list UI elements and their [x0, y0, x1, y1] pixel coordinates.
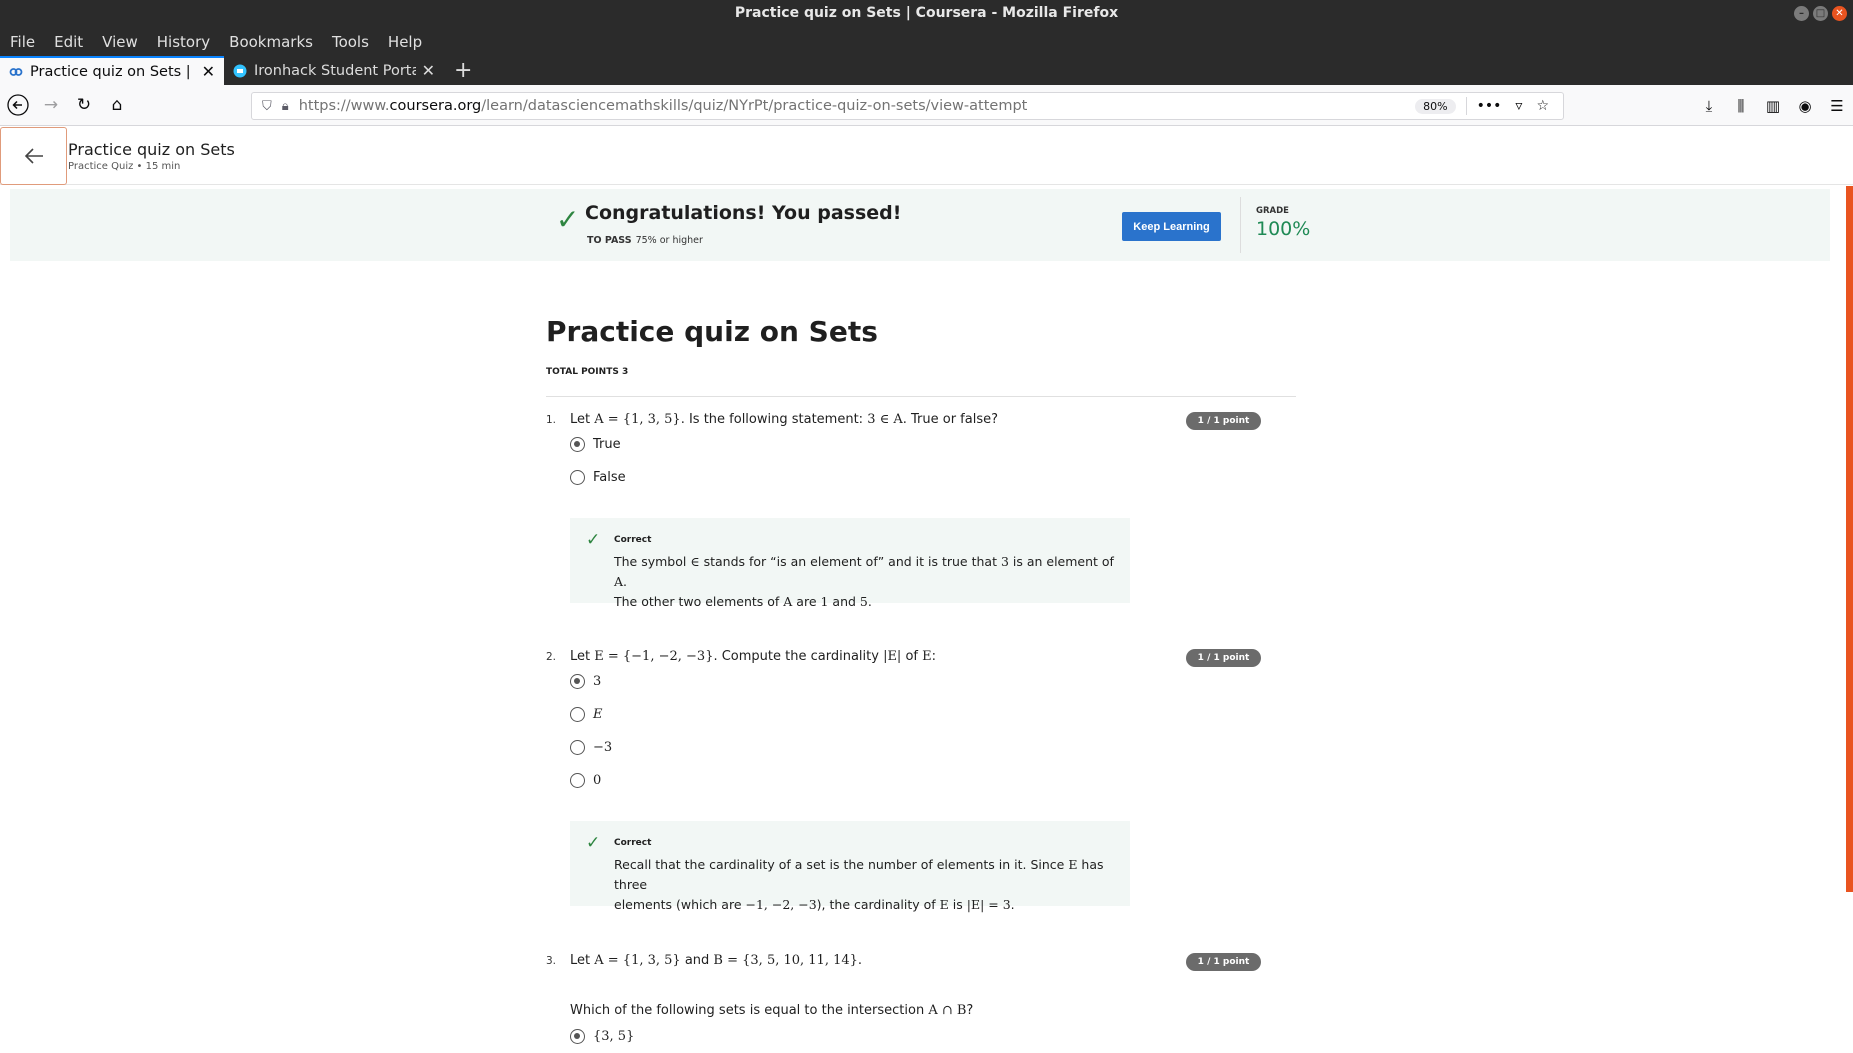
- pocket-icon[interactable]: ▿: [1515, 98, 1522, 114]
- radio-unselected[interactable]: [570, 740, 585, 755]
- pass-threshold: TO PASS 75% or higher: [587, 235, 703, 246]
- pass-message: Congratulations! You passed!: [585, 202, 902, 224]
- feedback-label: Correct: [614, 838, 652, 848]
- quiz-title: Practice quiz on Sets: [546, 315, 878, 348]
- menu-view[interactable]: View: [102, 33, 138, 51]
- tab-title: Practice quiz on Sets | Coursera: [30, 63, 196, 80]
- menu-bar: File Edit View History Bookmarks Tools H…: [0, 27, 1853, 56]
- tab-coursera[interactable]: Practice quiz on Sets | Coursera ✕: [0, 56, 224, 85]
- result-banner: ✓ Congratulations! You passed! TO PASS 75…: [10, 189, 1830, 261]
- address-bar[interactable]: ⛉ 🔒︎ https://www.coursera.org/learn/data…: [251, 92, 1564, 120]
- coursera-favicon-icon: [9, 67, 23, 76]
- option-false[interactable]: False: [570, 470, 626, 485]
- feedback-box: ✓ Correct The symbol ∈ stands for “is an…: [570, 518, 1130, 609]
- option-minus-3[interactable]: −3: [570, 740, 612, 755]
- question-number: 1.: [546, 414, 557, 426]
- points-badge: 1 / 1 point: [1186, 649, 1261, 667]
- points-badge: 1 / 1 point: [1186, 412, 1261, 430]
- question-prompt: Let E = {−1, −2, −3}. Compute the cardin…: [570, 649, 936, 664]
- item-title: Practice quiz on Sets: [68, 139, 235, 159]
- url-text[interactable]: https://www.coursera.org/learn/datascien…: [299, 98, 1028, 114]
- toolbar-right: ⤓ ⫼ ▥ ◉ ☰: [1693, 92, 1853, 120]
- window-title: Practice quiz on Sets | Coursera - Mozil…: [734, 5, 1119, 21]
- back-icon[interactable]: [3, 90, 33, 120]
- radio-selected[interactable]: [570, 674, 585, 689]
- option-e[interactable]: E: [570, 707, 603, 722]
- tab-ironhack[interactable]: Ironhack Student Portal ✕: [224, 56, 444, 85]
- divider: [1240, 197, 1241, 253]
- new-tab-icon[interactable]: +: [444, 56, 482, 85]
- radio-selected[interactable]: [570, 437, 585, 452]
- option-0[interactable]: 0: [570, 773, 601, 788]
- hamburger-menu-icon[interactable]: ☰: [1821, 97, 1853, 115]
- sidebar-icon[interactable]: ▥: [1757, 97, 1789, 115]
- menu-help[interactable]: Help: [388, 33, 422, 51]
- question-number: 3.: [546, 955, 557, 967]
- divider: [546, 396, 1296, 397]
- total-points: TOTAL POINTS 3: [546, 367, 629, 377]
- option-3[interactable]: 3: [570, 674, 601, 689]
- question-subprompt: Which of the following sets is equal to …: [570, 1003, 974, 1018]
- downloads-icon[interactable]: ⤓: [1693, 97, 1725, 115]
- question-prompt: Let A = {1, 3, 5}. Is the following stat…: [570, 412, 998, 427]
- keep-learning-button[interactable]: Keep Learning: [1122, 212, 1221, 241]
- zoom-indicator[interactable]: 80%: [1415, 98, 1456, 114]
- divider: [1465, 97, 1467, 115]
- back-arrow-button[interactable]: [0, 126, 67, 185]
- item-header: Practice quiz on Sets Practice Quiz • 15…: [0, 126, 1853, 185]
- feedback-label: Correct: [614, 535, 652, 545]
- menu-history[interactable]: History: [157, 33, 210, 51]
- ironhack-favicon-icon: [233, 64, 247, 77]
- menu-bookmarks[interactable]: Bookmarks: [229, 33, 313, 51]
- library-icon[interactable]: ⫼: [1725, 97, 1757, 115]
- option-3-5[interactable]: {3, 5}: [570, 1029, 634, 1044]
- grade-value: 100%: [1256, 218, 1311, 240]
- minimize-icon[interactable]: –: [1794, 6, 1809, 21]
- tracking-protection-icon[interactable]: ⛉: [262, 99, 272, 114]
- feedback-box: ✓ Correct Recall that the cardinality of…: [570, 821, 1130, 912]
- radio-unselected[interactable]: [570, 707, 585, 722]
- radio-selected[interactable]: [570, 1029, 585, 1044]
- grade-label: GRADE: [1256, 206, 1289, 216]
- maximize-icon[interactable]: □: [1813, 6, 1828, 21]
- close-tab-icon[interactable]: ✕: [422, 61, 435, 80]
- checkmark-icon: ✓: [556, 203, 580, 236]
- feedback-text: Recall that the cardinality of a set is …: [614, 857, 1104, 912]
- feedback-text: The symbol ∈ stands for “is an element o…: [614, 554, 1114, 609]
- close-tab-icon[interactable]: ✕: [202, 62, 215, 81]
- radio-unselected[interactable]: [570, 773, 585, 788]
- page-actions-icon[interactable]: •••: [1477, 98, 1502, 114]
- radio-unselected[interactable]: [570, 470, 585, 485]
- account-icon[interactable]: ◉: [1789, 97, 1821, 115]
- forward-icon[interactable]: →: [36, 90, 66, 120]
- bookmark-star-icon[interactable]: ☆: [1536, 98, 1549, 114]
- scrollbar-thumb[interactable]: [1846, 186, 1853, 892]
- question-prompt: Let A = {1, 3, 5} and B = {3, 5, 10, 11,…: [570, 953, 863, 968]
- option-true[interactable]: True: [570, 437, 621, 452]
- arrow-left-icon: [24, 147, 43, 164]
- question-number: 2.: [546, 651, 557, 663]
- tab-bar: Practice quiz on Sets | Coursera ✕ Ironh…: [0, 56, 1853, 85]
- close-window-icon[interactable]: ✕: [1832, 6, 1847, 21]
- menu-tools[interactable]: Tools: [332, 33, 369, 51]
- item-subtitle: Practice Quiz • 15 min: [68, 160, 181, 172]
- reload-icon[interactable]: ↻: [69, 90, 99, 120]
- window-titlebar: Practice quiz on Sets | Coursera - Mozil…: [0, 0, 1853, 27]
- menu-edit[interactable]: Edit: [54, 33, 83, 51]
- home-icon[interactable]: ⌂: [102, 90, 132, 120]
- correct-check-icon: ✓: [586, 833, 601, 853]
- points-badge: 1 / 1 point: [1186, 953, 1261, 971]
- page-content: Practice quiz on Sets Practice Quiz • 15…: [0, 126, 1853, 1053]
- tab-title: Ironhack Student Portal: [254, 62, 416, 79]
- header-text: Practice quiz on Sets Practice Quiz • 15…: [68, 140, 235, 172]
- menu-file[interactable]: File: [10, 33, 35, 51]
- correct-check-icon: ✓: [586, 530, 601, 550]
- lock-icon[interactable]: 🔒︎: [282, 99, 289, 114]
